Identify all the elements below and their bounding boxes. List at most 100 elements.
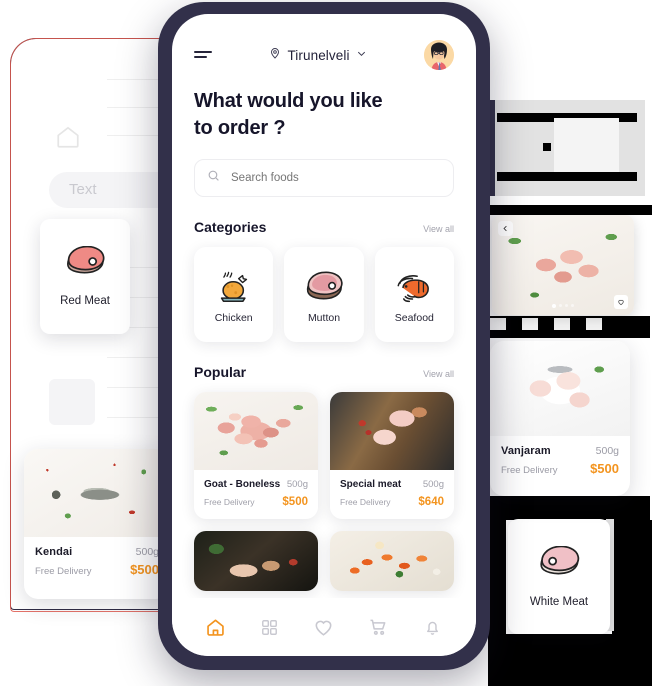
product-name: Vanjaram (501, 445, 551, 457)
phone-frame: Tirunelveli What would you like to order… (158, 2, 490, 670)
product-name: Special meat (340, 479, 402, 491)
bottom-navigation (172, 598, 476, 656)
bg-fragment (543, 143, 551, 151)
product-card-vanjaram[interactable]: Vanjaram 500g Free Delivery $500 (490, 341, 630, 496)
bg-fragment (488, 520, 506, 635)
category-label: Seafood (394, 311, 434, 324)
product-meta: Kendai 500g Free Delivery $500 (24, 537, 170, 587)
product-price: $500 (282, 496, 308, 509)
bg-fragment (522, 318, 538, 330)
product-delivery: Free Delivery (340, 497, 391, 508)
app-header: Tirunelveli (172, 14, 476, 70)
product-detail-fragment[interactable] (492, 215, 634, 315)
category-tile-red-meat[interactable]: Red Meat (40, 219, 130, 334)
screen-content: Tirunelveli What would you like to order… (172, 14, 476, 598)
nav-item-cart[interactable] (361, 610, 395, 644)
category-item-seafood[interactable]: Seafood (374, 247, 454, 343)
ghost-home-icon (55, 124, 81, 155)
category-tile-white-meat[interactable]: White Meat (508, 519, 610, 634)
popular-list: Goat - Boneless 500g Free Delivery $500 (172, 380, 476, 520)
bg-fragment (488, 496, 650, 520)
carousel-dot[interactable] (559, 304, 562, 307)
ghost-box (49, 379, 95, 425)
search-bar[interactable] (194, 159, 454, 198)
product-delivery: Free Delivery (35, 566, 92, 577)
chevron-down-icon[interactable] (356, 46, 367, 64)
product-delivery: Free Delivery (501, 465, 558, 476)
heart-outline-icon[interactable] (614, 295, 628, 309)
product-card-kendai[interactable]: Kendai 500g Free Delivery $500 (24, 449, 170, 599)
map-pin-icon (269, 46, 281, 65)
categories-header: Categories View all (172, 197, 476, 235)
bg-fragment (554, 118, 619, 174)
category-list: Chicken Mutton Seafood (172, 235, 476, 343)
bg-fragment (586, 318, 602, 330)
product-card-special-meat[interactable]: Special meat 500g Free Delivery $640 (330, 392, 454, 520)
bg-fragment (488, 634, 652, 686)
product-name: Goat - Boneless (204, 479, 281, 491)
shrimp-icon (392, 266, 436, 310)
product-meta: Special meat 500g Free Delivery $640 (330, 470, 454, 519)
product-weight: 500g (135, 546, 159, 558)
category-tile-label: Red Meat (60, 295, 110, 307)
carousel-dot[interactable] (571, 304, 574, 307)
product-weight: 500g (286, 479, 308, 491)
product-card-partial[interactable] (194, 531, 318, 592)
section-title: Categories (194, 219, 267, 236)
category-item-mutton[interactable]: Mutton (284, 247, 364, 343)
location-selector[interactable]: Tirunelveli (212, 46, 424, 65)
category-tile-label: White Meat (529, 595, 589, 608)
red-steak-icon (62, 245, 108, 285)
popular-view-all-link[interactable]: View all (423, 369, 454, 379)
bg-fragment (495, 190, 645, 196)
user-avatar[interactable] (424, 40, 454, 70)
popular-header: Popular View all (172, 342, 476, 380)
carousel-dot[interactable] (552, 304, 556, 308)
category-label: Mutton (307, 311, 341, 324)
steak-icon (302, 266, 346, 310)
section-title: Popular (194, 364, 247, 381)
product-image (330, 392, 454, 471)
page-title-line2: to order ? (194, 116, 286, 139)
product-weight: 500g (422, 479, 444, 491)
roast-chicken-icon (213, 266, 255, 310)
product-card-goat-boneless[interactable]: Goat - Boneless 500g Free Delivery $500 (194, 392, 318, 520)
nav-item-categories[interactable] (253, 610, 287, 644)
search-input[interactable] (229, 171, 441, 186)
bg-fragment (490, 318, 506, 330)
product-meta: Vanjaram 500g Free Delivery $500 (490, 436, 630, 486)
popular-list-row2 (172, 519, 476, 592)
product-image (194, 392, 318, 471)
product-name: Kendai (35, 546, 73, 558)
white-steak-icon (535, 545, 583, 586)
search-icon (207, 169, 220, 187)
product-image (24, 449, 170, 537)
bg-fragment (497, 172, 637, 181)
nav-item-notifications[interactable] (416, 610, 450, 644)
product-meta: Goat - Boneless 500g Free Delivery $500 (194, 470, 318, 519)
nav-item-home[interactable] (198, 610, 232, 644)
bg-fragment (554, 318, 570, 330)
product-image (490, 341, 630, 436)
ghost-text-placeholder: Text (49, 172, 171, 208)
bg-fragment (495, 100, 645, 112)
hamburger-menu-icon[interactable] (194, 49, 212, 61)
canvas: Text Red Meat White Meat Kendai 500g Fre… (0, 0, 652, 686)
product-price: $640 (418, 496, 444, 509)
location-name: Tirunelveli (287, 47, 350, 63)
page-title-line1: What would you like (194, 90, 383, 112)
bg-fragment (612, 520, 652, 635)
carousel-dots (552, 304, 574, 308)
category-label: Chicken (214, 311, 253, 324)
carousel-dot[interactable] (565, 304, 568, 307)
product-card-partial[interactable] (330, 531, 454, 592)
product-price: $500 (130, 562, 159, 577)
page-title: What would you like to order ? (172, 70, 476, 141)
product-delivery: Free Delivery (204, 497, 255, 508)
nav-item-favorites[interactable] (307, 610, 341, 644)
product-detail-image (492, 215, 634, 315)
chevron-left-icon[interactable] (498, 221, 513, 236)
categories-view-all-link[interactable]: View all (423, 224, 454, 234)
category-item-chicken[interactable]: Chicken (194, 247, 274, 343)
product-weight: 500g (595, 445, 619, 457)
